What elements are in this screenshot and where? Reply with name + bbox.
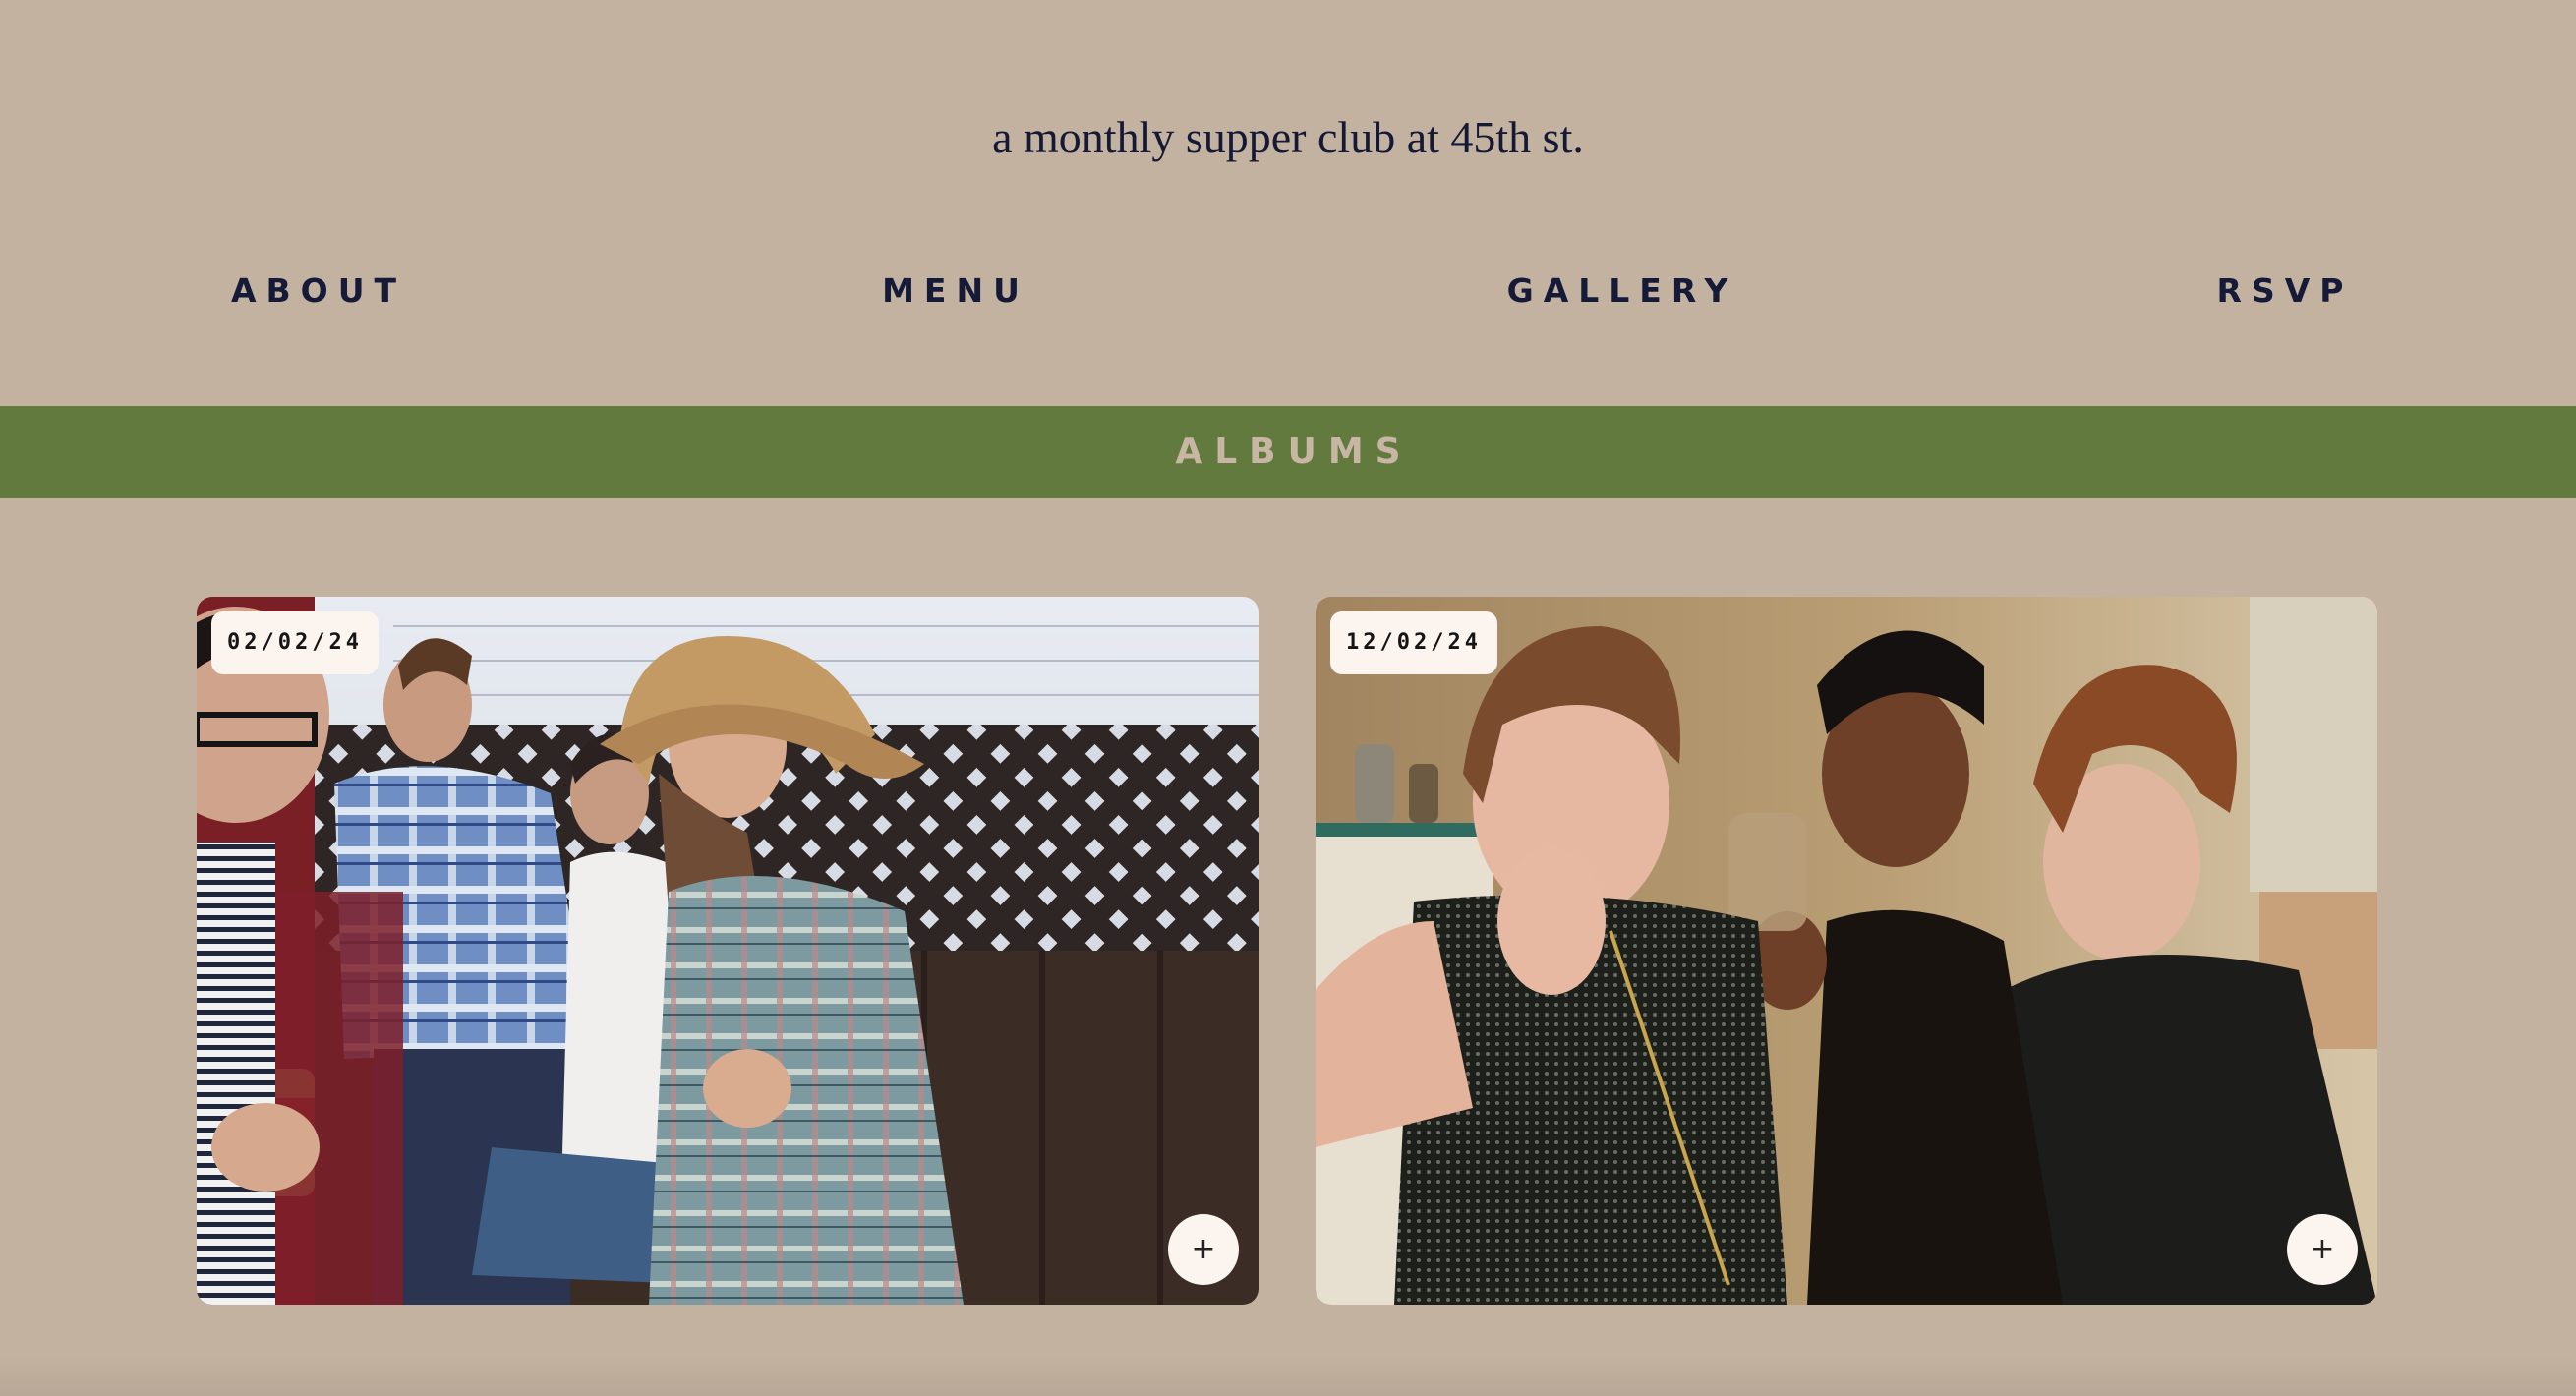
page-bottom-shadow xyxy=(0,1357,2576,1396)
nav-link-rsvp[interactable]: RSVP xyxy=(2208,263,2362,319)
album-date-badge: 12/02/24 xyxy=(1330,611,1497,674)
site-tagline: a monthly supper club at 45th st. xyxy=(992,112,1584,162)
main-nav: ABOUT MENU GALLERY RSVP xyxy=(0,263,2576,319)
album-card[interactable]: 02/02/24 + xyxy=(197,597,1259,1305)
plus-icon[interactable]: + xyxy=(1168,1214,1239,1285)
album-photo xyxy=(1316,597,2377,1305)
album-photo xyxy=(197,597,1259,1305)
albums-heading: ALBUMS xyxy=(1175,432,1413,472)
nav-link-menu[interactable]: MENU xyxy=(877,263,1034,319)
album-card[interactable]: 12/02/24 + xyxy=(1316,597,2377,1305)
albums-banner: ALBUMS xyxy=(0,406,2576,498)
nav-link-about[interactable]: ABOUT xyxy=(220,263,417,319)
album-date-badge: 02/02/24 xyxy=(211,611,379,674)
nav-link-gallery[interactable]: GALLERY xyxy=(1504,263,1740,319)
plus-icon[interactable]: + xyxy=(2287,1214,2358,1285)
